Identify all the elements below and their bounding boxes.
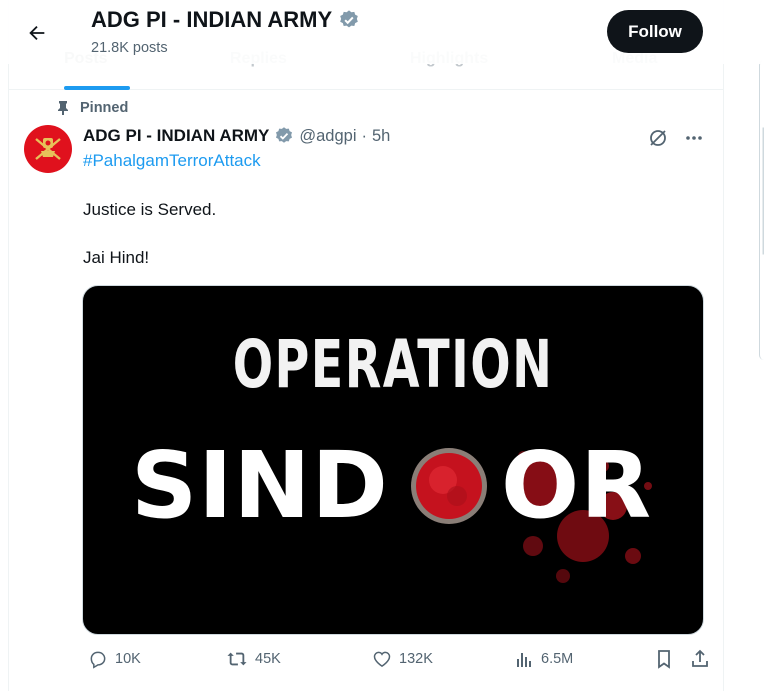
repost-count: 45K bbox=[255, 651, 281, 667]
separator-dot: · bbox=[361, 126, 368, 145]
tweet-timestamp[interactable]: 5h bbox=[372, 127, 390, 146]
active-tab-indicator bbox=[64, 86, 130, 90]
media-text-operation: OPERATION bbox=[232, 326, 554, 403]
views-icon bbox=[517, 653, 531, 667]
repost-icon bbox=[227, 652, 247, 666]
media-text-sindoor-left: SIND bbox=[131, 432, 389, 539]
reply-count: 10K bbox=[115, 651, 141, 667]
posts-count: 21.8K posts bbox=[91, 40, 168, 56]
views-button[interactable]: 6.5M bbox=[514, 649, 573, 669]
pinned-label: Pinned bbox=[80, 100, 129, 116]
follow-button[interactable]: Follow bbox=[607, 10, 703, 53]
profile-name: ADG PI - INDIAN ARMY bbox=[91, 7, 333, 32]
tweet-media-image[interactable]: OPERATION SIND OR bbox=[82, 285, 704, 635]
sidebar-edge bbox=[759, 60, 764, 360]
pinned-indicator: Pinned bbox=[56, 100, 128, 116]
army-emblem-icon bbox=[35, 138, 61, 160]
avatar[interactable] bbox=[24, 125, 72, 173]
tweet-author-row: ADG PI - INDIAN ARMY @adgpi · 5h bbox=[83, 126, 390, 146]
more-button[interactable] bbox=[682, 126, 706, 150]
back-button[interactable] bbox=[20, 16, 54, 50]
hashtag-link[interactable]: #PahalgamTerrorAttack bbox=[83, 151, 261, 171]
media-text-sindoor-right: OR bbox=[501, 432, 653, 539]
back-arrow-icon bbox=[29, 25, 45, 41]
verified-badge-icon bbox=[276, 127, 293, 143]
sindoor-bowl bbox=[411, 448, 487, 524]
verified-badge-icon bbox=[340, 10, 358, 28]
reply-button[interactable]: 10K bbox=[88, 649, 141, 669]
share-icon bbox=[692, 649, 708, 667]
like-icon bbox=[373, 651, 391, 667]
grok-icon bbox=[650, 130, 666, 146]
author-name[interactable]: ADG PI - INDIAN ARMY bbox=[83, 126, 269, 146]
author-handle[interactable]: @adgpi bbox=[299, 127, 356, 146]
pin-icon bbox=[58, 101, 68, 115]
like-count: 132K bbox=[399, 651, 433, 667]
profile-header: ADG PI - INDIAN ARMY 21.8K posts Follow bbox=[0, 0, 764, 64]
repost-button[interactable]: 45K bbox=[226, 649, 281, 669]
tweet-action-bar: 10K 45K 132K 6.5M bbox=[82, 649, 712, 675]
pinned-tweet[interactable]: Pinned ADG PI - INDIAN ARMY @adgpi · 5h … bbox=[8, 91, 724, 691]
bookmark-icon bbox=[658, 650, 670, 669]
tweet-text-line: Jai Hind! bbox=[83, 248, 150, 267]
share-button[interactable] bbox=[690, 649, 710, 669]
page-title: ADG PI - INDIAN ARMY bbox=[91, 7, 360, 33]
views-count: 6.5M bbox=[541, 651, 574, 667]
tweet-top-actions bbox=[646, 126, 706, 150]
reply-icon bbox=[90, 651, 106, 669]
more-icon bbox=[686, 136, 702, 140]
like-button[interactable]: 132K bbox=[372, 649, 433, 669]
bookmark-button[interactable] bbox=[654, 649, 674, 669]
grok-button[interactable] bbox=[646, 126, 670, 150]
tweet-text-line: Justice is Served. bbox=[83, 200, 217, 219]
